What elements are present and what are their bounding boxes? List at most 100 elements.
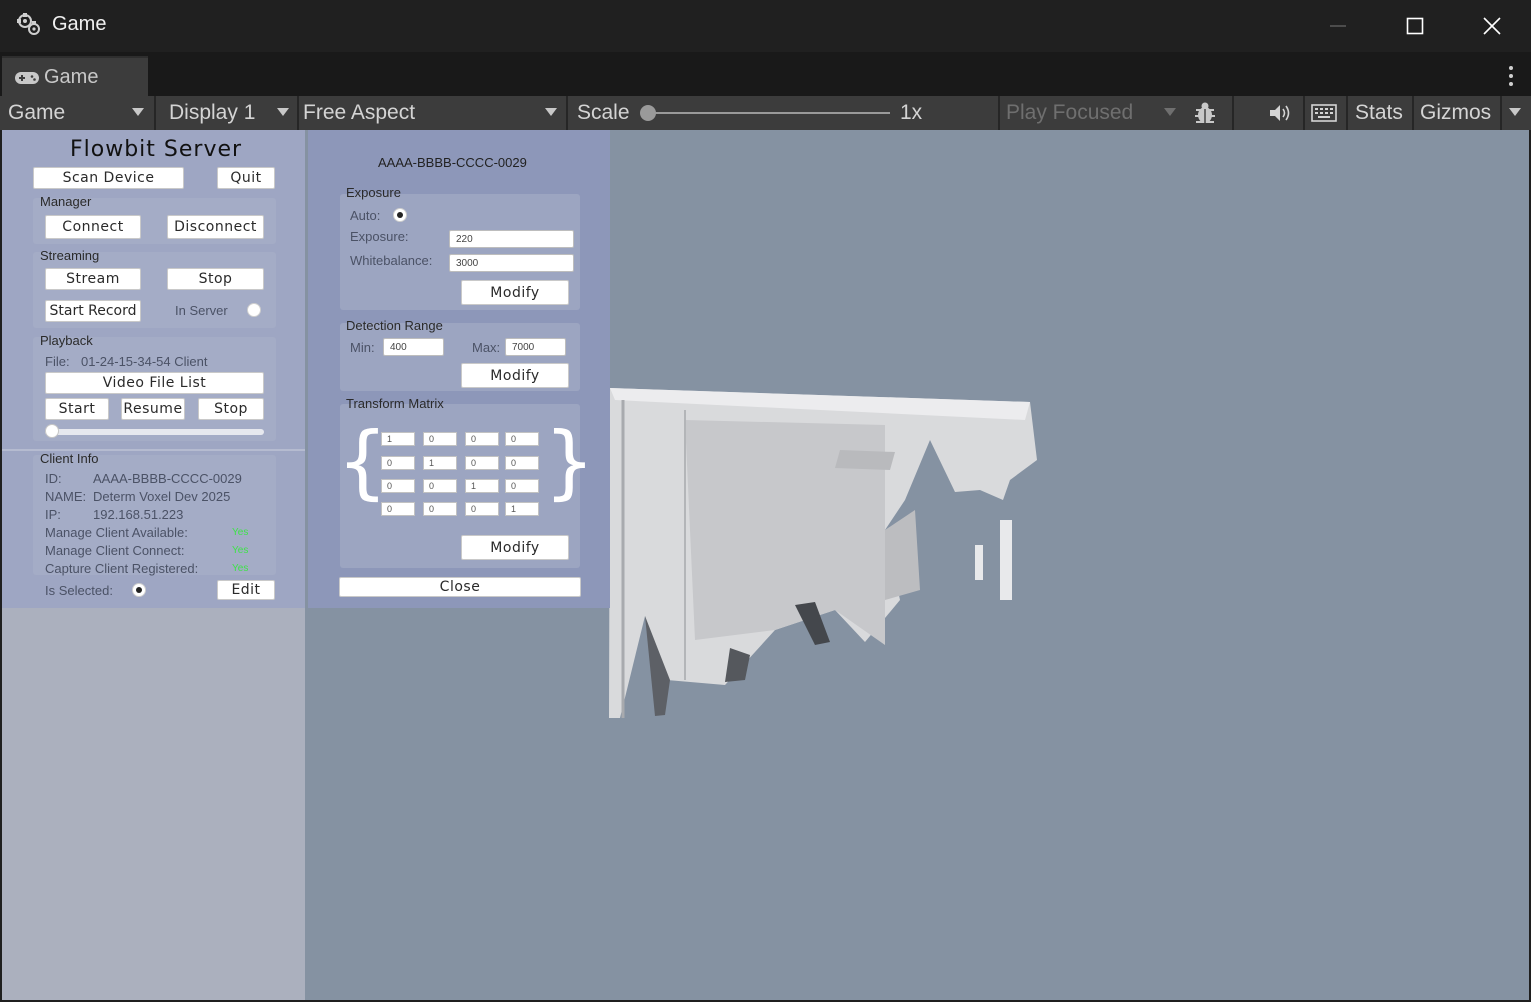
gizmos-dropdown[interactable] (1504, 96, 1528, 130)
max-input[interactable]: 7000 (505, 338, 566, 356)
disconnect-button[interactable]: Disconnect (167, 215, 264, 239)
streaming-label: Streaming (40, 248, 100, 263)
matrix-cell[interactable]: 0 (381, 479, 415, 493)
toolbar-divider (1412, 96, 1414, 130)
maximize-icon (1406, 17, 1424, 35)
window-title: Game (52, 13, 107, 35)
mute-audio-button[interactable] (1268, 96, 1292, 130)
point-cloud-render (609, 388, 1037, 718)
playback-slider-track[interactable] (45, 429, 264, 435)
manage-available-label: Manage Client Available: (45, 525, 188, 540)
scale-value: 1x (900, 101, 923, 124)
exposure-input[interactable]: 220 (449, 230, 574, 248)
transform-matrix-label: Transform Matrix (346, 396, 444, 411)
minimize-icon (1330, 25, 1346, 27)
toolbar-divider (1500, 96, 1502, 130)
display-label: Display 1 (169, 101, 256, 124)
playback-stop-button[interactable]: Stop (198, 398, 264, 420)
start-record-button[interactable]: Start Record (45, 300, 141, 322)
playback-resume-button[interactable]: Resume (121, 398, 185, 420)
connect-button[interactable]: Connect (45, 215, 141, 239)
matrix-cell[interactable]: 0 (423, 432, 457, 446)
exposure-label: Exposure (346, 185, 401, 200)
chevron-down-icon (1164, 108, 1176, 116)
matrix-cell[interactable]: 0 (465, 456, 499, 470)
matrix-cell[interactable]: 0 (465, 432, 499, 446)
game-toolbar: Game Display 1 Free Aspect Scale 1x Play… (0, 96, 1531, 130)
matrix-cell[interactable]: 0 (381, 502, 415, 516)
file-value: 01-24-15-34-54 Client (81, 354, 208, 369)
chevron-down-icon (1509, 108, 1521, 116)
client-name-label: NAME: (45, 489, 87, 504)
client-id-label: ID: (45, 471, 62, 486)
capture-registered-value: Yes (232, 563, 249, 574)
bug-icon (1195, 102, 1215, 123)
client-ip-value: 192.168.51.223 (93, 507, 184, 522)
stats-button[interactable]: Stats (1355, 96, 1403, 130)
close-panel-button[interactable]: Close (339, 577, 581, 597)
title-bar: Game (0, 0, 1531, 52)
close-window-button[interactable] (1454, 0, 1530, 52)
playback-label: Playback (40, 333, 93, 348)
detection-modify-button[interactable]: Modify (461, 363, 569, 388)
matrix-cell[interactable]: 0 (423, 479, 457, 493)
toolbar-divider (1303, 96, 1305, 130)
toolbar-divider (1346, 96, 1348, 130)
toolbar-divider (998, 96, 1000, 130)
view-mode-dropdown[interactable]: Game (8, 96, 148, 130)
playback-slider-thumb[interactable] (45, 424, 59, 438)
shortcuts-button[interactable] (1311, 96, 1337, 130)
keyboard-icon (1311, 104, 1337, 122)
more-options-icon[interactable] (1509, 66, 1515, 86)
in-server-label: In Server (175, 303, 228, 318)
matrix-cell[interactable]: 0 (505, 456, 539, 470)
display-dropdown[interactable]: Display 1 (169, 96, 293, 130)
matrix-cell[interactable]: 1 (505, 502, 539, 516)
quit-button[interactable]: Quit (217, 167, 275, 189)
debug-button[interactable] (1192, 96, 1218, 130)
matrix-cell[interactable]: 1 (423, 456, 457, 470)
aspect-dropdown[interactable]: Free Aspect (303, 96, 561, 130)
unity-game-window: Game Game Game Display 1 Free Aspect Sca… (0, 0, 1531, 1002)
scan-device-button[interactable]: Scan Device (33, 167, 184, 189)
toolbar-divider (566, 96, 568, 130)
aspect-label: Free Aspect (303, 101, 416, 124)
min-input[interactable]: 400 (383, 338, 444, 356)
auto-exposure-toggle[interactable] (393, 208, 407, 222)
tab-game[interactable]: Game (2, 56, 148, 96)
video-file-list-button[interactable]: Video File List (45, 372, 264, 394)
transform-modify-button[interactable]: Modify (461, 535, 569, 560)
stream-button[interactable]: Stream (45, 268, 141, 290)
scale-slider-track[interactable] (648, 112, 890, 114)
is-selected-toggle[interactable] (132, 583, 146, 597)
stop-stream-button[interactable]: Stop (167, 268, 264, 290)
capture-registered-label: Capture Client Registered: (45, 561, 199, 576)
matrix-cell[interactable]: 0 (505, 432, 539, 446)
matrix-cell[interactable]: 1 (465, 479, 499, 493)
scale-slider-thumb[interactable] (640, 105, 656, 121)
playback-start-button[interactable]: Start (45, 398, 109, 420)
play-mode-dropdown[interactable]: Play Focused (1006, 96, 1182, 130)
in-server-toggle[interactable] (247, 303, 261, 317)
matrix-cell[interactable]: 1 (381, 432, 415, 446)
maximize-button[interactable] (1377, 0, 1453, 52)
gizmos-button[interactable]: Gizmos (1420, 96, 1491, 130)
matrix-cell[interactable]: 0 (465, 502, 499, 516)
toolbar-divider (154, 96, 156, 130)
edit-button[interactable]: Edit (217, 580, 275, 600)
minimize-button[interactable] (1300, 0, 1376, 52)
exposure-modify-button[interactable]: Modify (461, 280, 569, 305)
matrix-cell[interactable]: 0 (505, 479, 539, 493)
unity-icon (17, 13, 40, 35)
max-label: Max: (472, 340, 501, 355)
matrix-cell[interactable]: 0 (381, 456, 415, 470)
scale-label: Scale (577, 101, 630, 124)
whitebalance-input[interactable]: 3000 (449, 254, 574, 272)
chevron-down-icon (132, 108, 144, 116)
right-brace-icon: } (544, 415, 595, 508)
client-info-label: Client Info (40, 451, 99, 466)
matrix-cell[interactable]: 0 (423, 502, 457, 516)
exposure-field-label: Exposure: (350, 229, 409, 244)
manage-available-value: Yes (232, 527, 249, 538)
play-mode-label: Play Focused (1006, 101, 1134, 124)
